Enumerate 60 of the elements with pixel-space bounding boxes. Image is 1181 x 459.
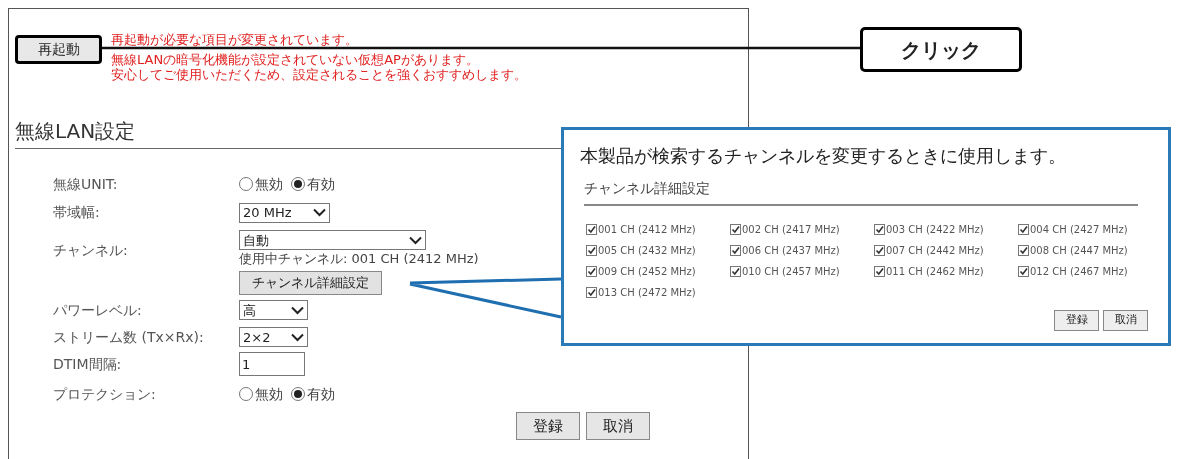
panel-title: チャンネル詳細設定 [584, 179, 711, 198]
radio-option[interactable]: 無効 [239, 173, 283, 195]
checkmark-icon [587, 246, 596, 255]
field-label: DTIM間隔: [53, 354, 123, 374]
action-button[interactable]: 取消 [1103, 310, 1148, 331]
section-title: 無線LAN設定 [15, 118, 137, 144]
field-label: ストリーム数 (Tx×Rx): [53, 327, 205, 347]
warning-text: 安心してご使用いただくため、設定されることを強くおすすめします。 [111, 67, 527, 82]
dropdown[interactable]: 自動 [239, 230, 426, 250]
channel-status: 使用中チャンネル: 001 CH (2412 MHz) [239, 251, 479, 267]
chevron-down-icon [291, 305, 304, 315]
checkmark-icon [1019, 246, 1028, 255]
checkmark-icon [731, 225, 740, 234]
restart-button[interactable]: 再起動 [15, 35, 102, 64]
field-label: 帯域幅: [53, 203, 101, 222]
field-label: 無線UNIT: [53, 174, 119, 194]
callout-description: 本製品が検索するチャンネルを変更するときに使用します。 [580, 144, 1067, 168]
callout-label: クリック [860, 27, 1022, 72]
dropdown[interactable]: 2×2 [239, 327, 308, 347]
dropdown[interactable]: 高 [239, 300, 308, 320]
channel-checkbox[interactable]: 013 CH (2472 MHz) [586, 282, 730, 303]
checkmark-icon [1019, 267, 1028, 276]
channel-checkbox[interactable]: 010 CH (2457 MHz) [730, 261, 874, 282]
channel-checkbox[interactable]: 002 CH (2417 MHz) [730, 219, 874, 240]
action-button[interactable]: 登録 [1054, 310, 1099, 331]
checkmark-icon [1019, 225, 1028, 234]
channel-checkbox[interactable]: 004 CH (2427 MHz) [1018, 219, 1162, 240]
chevron-down-icon [409, 235, 422, 245]
channel-checkbox[interactable]: 001 CH (2412 MHz) [586, 219, 730, 240]
checkmark-icon [875, 225, 884, 234]
channel-checkbox[interactable]: 009 CH (2452 MHz) [586, 261, 730, 282]
channel-checkbox[interactable]: 008 CH (2447 MHz) [1018, 240, 1162, 261]
action-button[interactable]: 取消 [586, 412, 650, 440]
checkmark-icon [875, 246, 884, 255]
channel-checkbox[interactable]: 012 CH (2467 MHz) [1018, 261, 1162, 282]
radio-option[interactable]: 無効 [239, 383, 283, 405]
channel-checkbox[interactable]: 011 CH (2462 MHz) [874, 261, 1018, 282]
warning-text: 再起動が必要な項目が変更されています。 [111, 32, 359, 47]
input-field[interactable]: 1 [239, 352, 305, 376]
field-label: パワーレベル: [53, 300, 143, 320]
channel-checkbox[interactable]: 006 CH (2437 MHz) [730, 240, 874, 261]
chevron-down-icon [291, 332, 304, 342]
channel-checkbox[interactable]: 007 CH (2442 MHz) [874, 240, 1018, 261]
channel-detail-button[interactable]: チャンネル詳細設定 [239, 271, 382, 295]
dropdown[interactable]: 20 MHz [239, 202, 330, 223]
checkmark-icon [587, 288, 596, 297]
checkmark-icon [587, 267, 596, 276]
channel-checkbox[interactable]: 003 CH (2422 MHz) [874, 219, 1018, 240]
checkmark-icon [731, 267, 740, 276]
warning-text: 無線LANの暗号化機能が設定されていない仮想APがあります。 [111, 52, 480, 67]
channel-checkbox[interactable]: 005 CH (2432 MHz) [586, 240, 730, 261]
field-label: チャンネル: [53, 241, 129, 260]
radio-option[interactable]: 有効 [291, 173, 335, 195]
action-button[interactable]: 登録 [516, 412, 580, 440]
checkmark-icon [587, 225, 596, 234]
field-label: プロテクション: [53, 384, 157, 404]
checkmark-icon [731, 246, 740, 255]
chevron-down-icon [313, 208, 326, 217]
checkmark-icon [875, 267, 884, 276]
radio-option[interactable]: 有効 [291, 383, 335, 405]
